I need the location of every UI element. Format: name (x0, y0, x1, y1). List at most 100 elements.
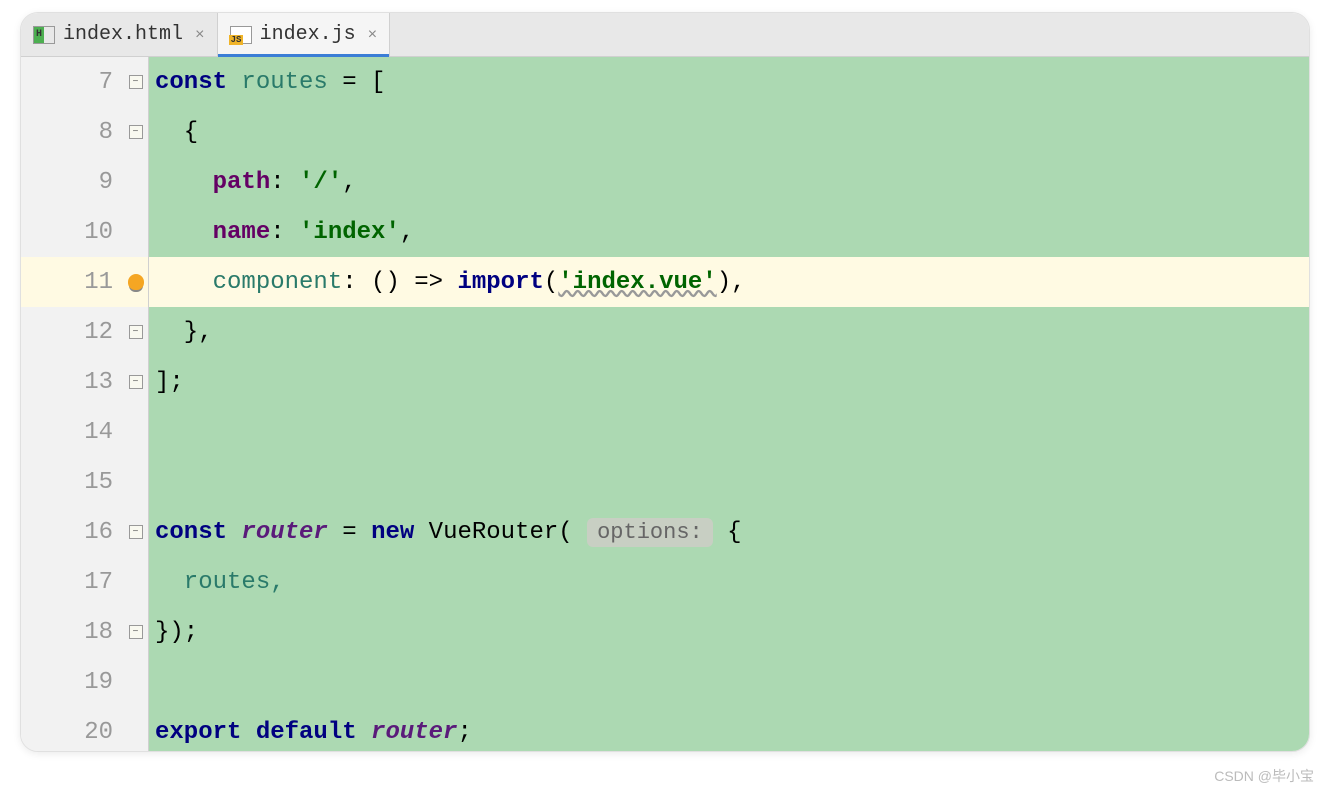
token: VueRouter (429, 519, 559, 546)
line-number[interactable]: 13 (21, 357, 123, 407)
fold-marker-icon[interactable]: − (129, 75, 143, 89)
token: , (400, 219, 414, 246)
token: const (155, 519, 241, 546)
tab-label: index.html (63, 23, 183, 46)
token: import (457, 269, 543, 296)
token: ; (457, 719, 471, 746)
tab-label: index.js (260, 23, 356, 46)
tab-bar: Hindex.html × index.js × (21, 13, 1309, 57)
token: { (713, 519, 742, 546)
fold-cell: − (123, 607, 148, 657)
code-line[interactable]: const routes = [ (149, 57, 1309, 107)
token: name (213, 219, 271, 246)
line-number[interactable]: 16 (21, 507, 123, 557)
fold-cell (123, 407, 148, 457)
line-number[interactable]: 7 (21, 57, 123, 107)
code-line[interactable]: }); (149, 607, 1309, 657)
line-number[interactable]: 9 (21, 157, 123, 207)
token: router (241, 519, 327, 546)
fold-cell: − (123, 107, 148, 157)
line-number[interactable]: 14 (21, 407, 123, 457)
code-line[interactable] (149, 407, 1309, 457)
parameter-hint: options: (587, 518, 713, 547)
line-number[interactable]: 17 (21, 557, 123, 607)
code-line[interactable] (149, 457, 1309, 507)
token: path (213, 169, 271, 196)
fold-cell (123, 257, 148, 307)
fold-cell (123, 207, 148, 257)
token (155, 169, 213, 196)
fold-cell (123, 457, 148, 507)
fold-cell (123, 157, 148, 207)
line-number[interactable]: 11 (21, 257, 123, 307)
tab-index-html[interactable]: Hindex.html × (21, 13, 218, 56)
code-line[interactable]: { (149, 107, 1309, 157)
token: = [ (342, 69, 385, 96)
token: new (371, 519, 429, 546)
html-file-icon: H (33, 26, 55, 44)
line-number[interactable]: 8 (21, 107, 123, 157)
token: const (155, 69, 241, 96)
close-icon[interactable]: × (195, 26, 205, 44)
fold-marker-icon[interactable]: − (129, 625, 143, 639)
fold-cell (123, 557, 148, 607)
fold-cell: − (123, 307, 148, 357)
tab-index-js[interactable]: index.js × (218, 13, 391, 56)
fold-marker-icon[interactable]: − (129, 125, 143, 139)
code-line[interactable]: ]; (149, 357, 1309, 407)
code-area[interactable]: const routes = [ { path: '/', name: 'ind… (149, 57, 1309, 751)
fold-cell (123, 707, 148, 752)
line-number[interactable]: 19 (21, 657, 123, 707)
fold-marker-icon[interactable]: − (129, 375, 143, 389)
code-line[interactable]: name: 'index', (149, 207, 1309, 257)
line-number[interactable]: 10 (21, 207, 123, 257)
token: ( (544, 269, 558, 296)
line-number[interactable]: 18 (21, 607, 123, 657)
js-file-icon (230, 26, 252, 44)
token: = (328, 519, 371, 546)
code-line[interactable]: path: '/', (149, 157, 1309, 207)
fold-cell: − (123, 357, 148, 407)
token: , (342, 169, 356, 196)
line-number-gutter: 7891011121314151617181920 (21, 57, 123, 751)
token: { (155, 119, 198, 146)
code-line[interactable]: component: () => import('index.vue'), (149, 257, 1309, 307)
token: 'index.vue' (558, 269, 716, 296)
token (155, 219, 213, 246)
fold-marker-icon[interactable]: − (129, 325, 143, 339)
token: }); (155, 619, 198, 646)
token: 'index' (299, 219, 400, 246)
fold-cell (123, 657, 148, 707)
fold-cell: − (123, 57, 148, 107)
token: : (270, 219, 299, 246)
code-line[interactable]: const router = new VueRouter( options: { (149, 507, 1309, 557)
code-line[interactable]: routes, (149, 557, 1309, 607)
line-number[interactable]: 15 (21, 457, 123, 507)
fold-marker-icon[interactable]: − (129, 525, 143, 539)
token: router (371, 719, 457, 746)
line-number[interactable]: 20 (21, 707, 123, 752)
token: }, (155, 319, 213, 346)
token: component (213, 269, 343, 296)
token: : () => (342, 269, 457, 296)
line-number[interactable]: 12 (21, 307, 123, 357)
editor-body: 7891011121314151617181920 − − − − − − const r… (21, 57, 1309, 751)
token: : (270, 169, 299, 196)
code-line[interactable]: export default router; (149, 707, 1309, 751)
token (155, 269, 213, 296)
token: routes, (155, 569, 285, 596)
close-icon[interactable]: × (368, 26, 378, 44)
token: '/' (299, 169, 342, 196)
intention-bulb-icon[interactable] (128, 274, 144, 290)
token: ]; (155, 369, 184, 396)
editor-window: Hindex.html×index.js× 789101112131415161… (20, 12, 1310, 752)
fold-column: − − − − − − (123, 57, 149, 751)
token: routes (241, 69, 342, 96)
token: export default (155, 719, 371, 746)
token: ), (717, 269, 746, 296)
code-line[interactable] (149, 657, 1309, 707)
watermark: CSDN @毕小宝 (1214, 766, 1314, 786)
fold-cell: − (123, 507, 148, 557)
token: ( (558, 519, 587, 546)
code-line[interactable]: }, (149, 307, 1309, 357)
